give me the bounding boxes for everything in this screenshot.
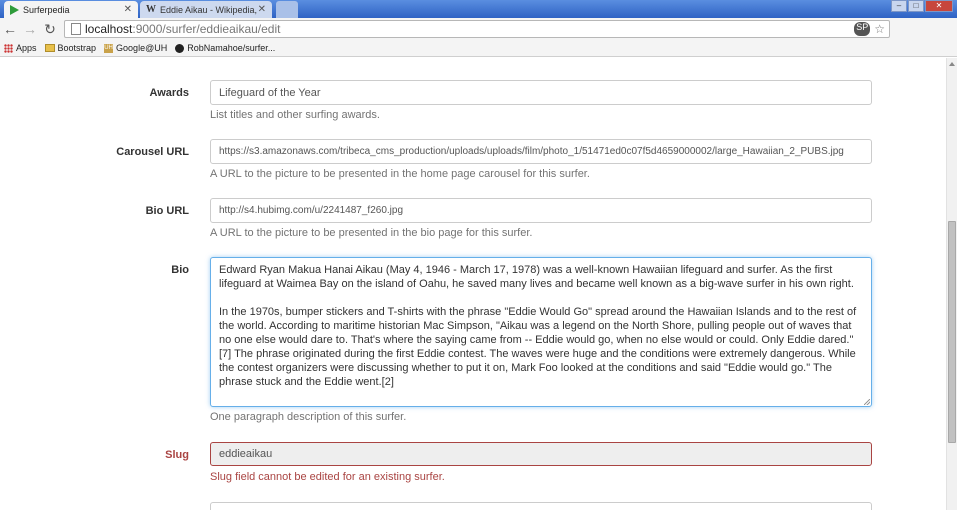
- carousel-url-help: A URL to the picture to be presented in …: [210, 168, 590, 180]
- window-controls: – □ ✕: [891, 0, 953, 12]
- scroll-thumb[interactable]: [948, 221, 956, 443]
- slug-help: Slug field cannot be edited for an exist…: [210, 471, 445, 483]
- maximize-button[interactable]: □: [908, 0, 924, 12]
- tab-strip: Surferpedia ✕ W Eddie Aikau - Wikipedia,…: [0, 0, 957, 18]
- bookmark-apps[interactable]: Apps: [4, 43, 37, 53]
- bio-paragraph-1: Edward Ryan Makua Hanai Aikau (May 4, 19…: [219, 264, 854, 290]
- bio-help: One paragraph description of this surfer…: [210, 411, 407, 423]
- close-tab-icon[interactable]: ✕: [124, 4, 132, 15]
- wikipedia-icon: W: [146, 4, 156, 15]
- forward-icon[interactable]: →: [20, 21, 40, 37]
- awards-input[interactable]: Lifeguard of the Year: [210, 80, 872, 105]
- bio-paragraph-2: In the 1970s, bumper stickers and T-shir…: [219, 306, 857, 388]
- close-tab-icon[interactable]: ✕: [258, 4, 266, 15]
- page-icon: [71, 23, 81, 35]
- awards-label: Awards: [149, 87, 189, 99]
- slug-input: eddieaikau: [210, 442, 872, 466]
- tab-title: Surferpedia: [23, 4, 70, 15]
- carousel-url-label: Carousel URL: [116, 146, 189, 158]
- url-host: localhost: [85, 22, 133, 36]
- resize-handle[interactable]: [864, 399, 870, 405]
- bio-label: Bio: [171, 264, 189, 276]
- carousel-url-input[interactable]: https://s3.amazonaws.com/tribeca_cms_pro…: [210, 139, 872, 164]
- browser-toolbar: ← → ↻ localhost:9000/surfer/eddieaikau/e…: [0, 18, 957, 52]
- page-viewport: Awards Lifeguard of the Year List titles…: [0, 58, 946, 510]
- tab-title: Eddie Aikau - Wikipedia, t: [160, 4, 258, 15]
- page-scrollbar[interactable]: [946, 58, 957, 510]
- bookmark-google-uh[interactable]: UH Google@UH: [104, 43, 167, 53]
- awards-help: List titles and other surfing awards.: [210, 109, 380, 121]
- github-icon: [175, 43, 185, 53]
- bio-url-input[interactable]: http://s4.hubimg.com/u/2241487_f260.jpg: [210, 198, 872, 223]
- bio-textarea[interactable]: Edward Ryan Makua Hanai Aikau (May 4, 19…: [210, 257, 872, 407]
- extension-badge-icon[interactable]: SP: [854, 22, 871, 36]
- new-tab-button[interactable]: [276, 1, 298, 18]
- bookmarks-bar: Apps Bootstrap UH Google@UH RobNamahoe/s…: [0, 40, 957, 57]
- tab-surferpedia[interactable]: Surferpedia ✕: [4, 1, 138, 18]
- star-icon[interactable]: ☆: [874, 22, 885, 36]
- address-bar[interactable]: localhost:9000/surfer/eddieaikau/edit SP…: [64, 20, 890, 38]
- uh-icon: UH: [104, 43, 114, 53]
- bookmark-label: Google@UH: [116, 43, 168, 53]
- scroll-up-arrow-icon[interactable]: [949, 62, 955, 66]
- next-field-select[interactable]: [210, 502, 872, 510]
- close-window-button[interactable]: ✕: [925, 0, 953, 12]
- reload-icon[interactable]: ↻: [40, 21, 60, 38]
- tab-wikipedia[interactable]: W Eddie Aikau - Wikipedia, t ✕: [140, 1, 272, 18]
- bookmark-github[interactable]: RobNamahoe/surfer...: [175, 43, 275, 53]
- bookmark-label: RobNamahoe/surfer...: [187, 43, 276, 53]
- folder-icon: [44, 44, 55, 52]
- minimize-button[interactable]: –: [891, 0, 907, 12]
- bookmark-bootstrap[interactable]: Bootstrap: [44, 43, 97, 53]
- bookmark-label: Apps: [16, 43, 37, 53]
- apps-icon: [4, 43, 13, 53]
- bio-url-label: Bio URL: [145, 205, 189, 217]
- back-icon[interactable]: ←: [0, 21, 20, 37]
- url-path: :9000/surfer/eddieaikau/edit: [132, 22, 281, 36]
- bio-url-help: A URL to the picture to be presented in …: [210, 227, 533, 239]
- bookmark-label: Bootstrap: [57, 43, 97, 53]
- slug-label: Slug: [165, 449, 189, 461]
- play-icon: [10, 4, 19, 15]
